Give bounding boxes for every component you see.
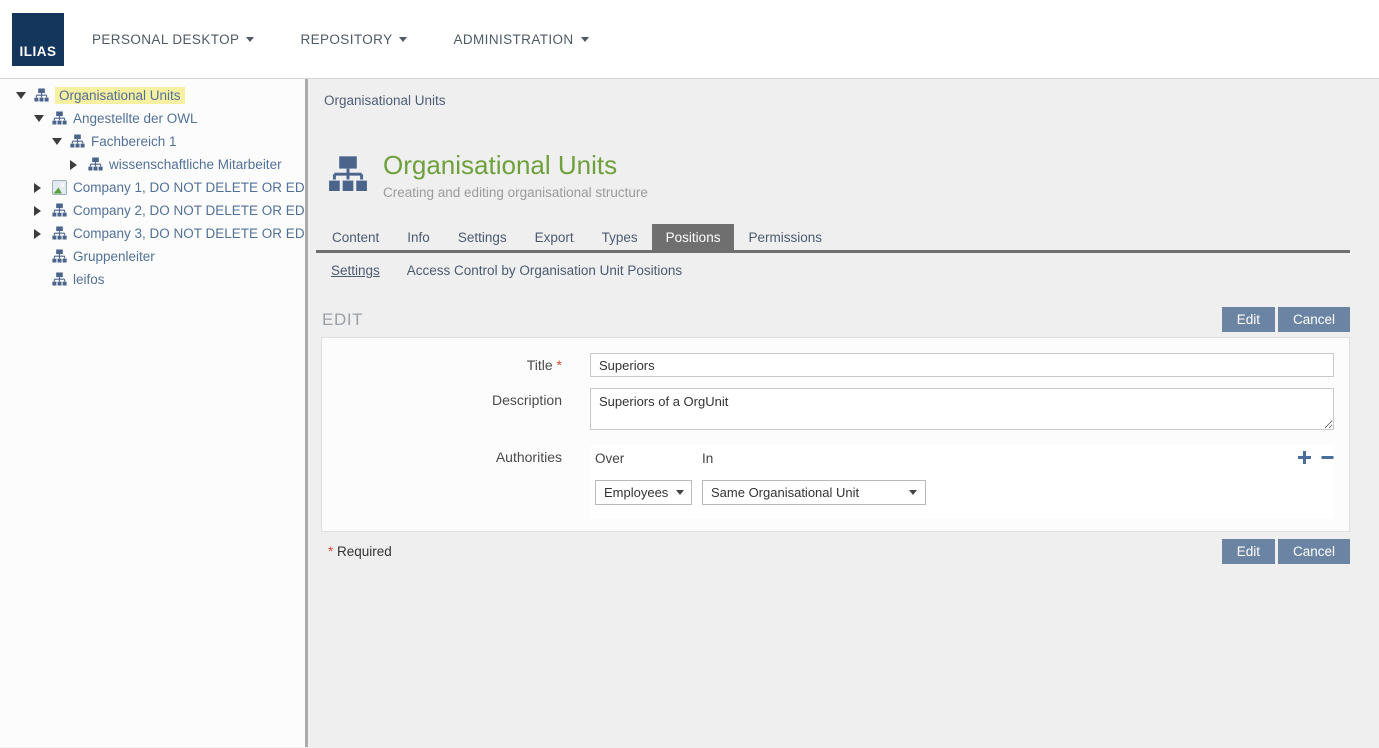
subtab-bar: Settings Access Control by Organisation … [316,263,1350,278]
tab-content[interactable]: Content [318,224,393,250]
expand-caret-right-icon[interactable] [34,206,49,216]
org-unit-icon [34,88,49,103]
minus-icon[interactable] [1321,450,1334,465]
repository-tree-panel: Organisational Units Angestellte der OWL… [0,79,308,747]
edit-button-bottom[interactable]: Edit [1222,539,1275,564]
tab-bar: Content Info Settings Export Types Posit… [316,224,1350,253]
tree-item-gruppenleiter[interactable]: Gruppenleiter [0,245,305,268]
tree-item-label: leifos [73,272,105,287]
tab-info[interactable]: Info [393,224,444,250]
tree-item-label: Company 2, DO NOT DELETE OR EDIT!!! [73,203,308,218]
tree-item-label: Fachbereich 1 [91,134,177,149]
main-content: Organisational Units Organisational Unit… [308,79,1379,747]
menu-administration[interactable]: ADMINISTRATION [453,32,588,47]
description-label: Description [322,388,562,435]
description-textarea[interactable]: Superiors of a OrgUnit [590,388,1334,430]
tree-item-company-3[interactable]: Company 3, DO NOT DELETE OR EDIT!!! [0,222,305,245]
tab-positions[interactable]: Positions [652,224,735,250]
org-unit-icon [52,226,67,241]
page-header: Organisational Units Creating and editin… [328,150,1350,200]
tree-item-wissenschaftliche-mitarbeiter[interactable]: wissenschaftliche Mitarbeiter [0,153,305,176]
org-unit-icon [52,272,67,287]
chevron-down-icon [399,37,407,42]
menu-label: ADMINISTRATION [453,32,573,47]
breadcrumb[interactable]: Organisational Units [324,93,446,108]
expand-caret-down-icon[interactable] [34,115,49,122]
subtab-access-control[interactable]: Access Control by Organisation Unit Posi… [407,263,682,278]
subtab-settings[interactable]: Settings [331,263,380,278]
org-unit-icon [328,155,368,195]
tree-item-fachbereich-1[interactable]: Fachbereich 1 [0,130,305,153]
chevron-down-icon [581,37,589,42]
expand-caret-right-icon[interactable] [34,229,49,239]
expand-caret-right-icon[interactable] [70,160,85,170]
authority-editor: Over In Employees Same Organisational Un… [590,445,1334,519]
menu-personal-desktop[interactable]: PERSONAL DESKTOP [92,32,254,47]
tree-item-organisational-units[interactable]: Organisational Units [0,84,305,107]
page-subtitle: Creating and editing organisational stru… [383,185,648,200]
in-column-label: In [702,451,713,466]
tree-item-label: wissenschaftliche Mitarbeiter [109,157,282,172]
org-unit-icon [52,249,67,264]
title-label: Title * [322,353,562,377]
select-caret-icon [676,490,684,495]
tree-item-label: Company 3, DO NOT DELETE OR EDIT!!! [73,226,308,241]
menu-label: REPOSITORY [300,32,392,47]
title-input[interactable] [590,353,1334,377]
in-select[interactable]: Same Organisational Unit [702,480,926,505]
menu-repository[interactable]: REPOSITORY [300,32,407,47]
edit-button-top[interactable]: Edit [1222,307,1275,332]
tree-item-company-2[interactable]: Company 2, DO NOT DELETE OR EDIT!!! [0,199,305,222]
in-selected-value: Same Organisational Unit [711,485,859,500]
top-bar: ILIAS PERSONAL DESKTOP REPOSITORY ADMINI… [0,0,1379,79]
page-title: Organisational Units [383,150,648,181]
org-unit-icon [88,157,103,172]
tree-item-leifos[interactable]: leifos [0,268,305,291]
org-unit-icon [52,111,67,126]
tree-item-angestellte-der-owl[interactable]: Angestellte der OWL [0,107,305,130]
ilias-logo[interactable]: ILIAS [12,13,64,66]
tree-item-label: Angestellte der OWL [73,111,198,126]
authorities-label: Authorities [322,445,562,519]
over-column-label: Over [595,451,702,466]
plus-icon[interactable] [1297,450,1312,465]
org-unit-icon [52,203,67,218]
select-caret-icon [909,490,917,495]
tab-settings[interactable]: Settings [444,224,521,250]
tree-item-label: Gruppenleiter [73,249,155,264]
org-unit-icon [70,134,85,149]
tree-item-label: Organisational Units [55,87,185,104]
tree-item-label: Company 1, DO NOT DELETE OR EDIT!!! [73,180,308,195]
cancel-button-top[interactable]: Cancel [1278,307,1350,332]
tab-types[interactable]: Types [588,224,652,250]
expand-caret-down-icon[interactable] [52,138,67,145]
menu-label: PERSONAL DESKTOP [92,32,239,47]
tab-export[interactable]: Export [521,224,588,250]
cancel-button-bottom[interactable]: Cancel [1278,539,1350,564]
chevron-down-icon [246,37,254,42]
required-note: * Required [328,544,392,559]
required-asterisk: * [557,357,562,373]
tree-item-company-1[interactable]: Company 1, DO NOT DELETE OR EDIT!!! [0,176,305,199]
category-icon [52,180,67,195]
edit-form: Title * Description Superiors of a OrgUn… [321,337,1350,532]
form-section-heading: EDIT [322,310,363,330]
over-selected-value: Employees [604,485,668,500]
main-menu: PERSONAL DESKTOP REPOSITORY ADMINISTRATI… [92,32,589,47]
tab-permissions[interactable]: Permissions [734,224,836,250]
expand-caret-down-icon[interactable] [16,92,31,99]
logo-text: ILIAS [19,44,56,59]
expand-caret-right-icon[interactable] [34,183,49,193]
over-select[interactable]: Employees [595,480,692,505]
